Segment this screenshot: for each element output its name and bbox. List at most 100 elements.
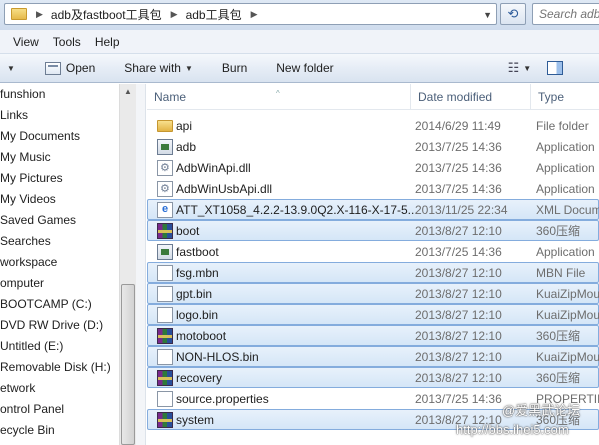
column-name[interactable]: Name ^ [147,84,411,110]
file-name: AdbWinApi.dll [176,161,251,175]
chevron-down-icon: ▼ [184,63,193,73]
file-name: logo.bin [176,308,219,322]
burn-label: Burn [221,61,248,75]
address-bar-row: ▶ adb及fastboot工具包 ▶ adb工具包 ▶ ▼ ⟲ [0,0,599,30]
file-date-modified: 2013/8/27 12:10 [415,329,502,343]
nav-item[interactable]: Untitled (E:) [0,336,119,357]
file-list: Name ^ Date modified Type api 2014/6/29 1… [147,84,599,445]
file-row[interactable]: api 2014/6/29 11:49 File folder [147,115,599,136]
file-row[interactable]: boot 2013/8/27 12:10 360压缩 [147,220,599,241]
pane-divider[interactable] [136,84,146,445]
column-date[interactable]: Date modified [411,84,531,110]
file-row[interactable]: adb 2013/7/25 14:36 Application [147,136,599,157]
menu-view[interactable]: View [13,35,39,49]
nav-item[interactable]: etwork [0,378,119,399]
chevron-down-icon[interactable]: ▼ [483,10,492,20]
application-icon [157,139,173,155]
refresh-button[interactable]: ⟲ [500,3,526,25]
new-folder-button[interactable]: New folder [276,61,333,75]
nav-item[interactable]: omputer [0,273,119,294]
breadcrumb-item[interactable]: adb工具包 [186,6,242,23]
file-row[interactable]: motoboot 2013/8/27 12:10 360压缩 [147,325,599,346]
file-row[interactable]: fastboot 2013/7/25 14:36 Application [147,241,599,262]
folder-icon [11,8,27,20]
nav-item[interactable]: Links [0,105,119,126]
file-date-modified: 2013/8/27 12:10 [415,266,502,280]
file-name: fastboot [176,245,219,259]
nav-item[interactable]: My Music [0,147,119,168]
share-with-button[interactable]: Share with ▼ [124,61,193,75]
nav-item[interactable]: workspace [0,252,119,273]
file-date-modified: 2013/11/25 22:34 [415,203,508,217]
chevron-right-icon[interactable]: ▶ [171,9,178,20]
file-row[interactable]: AdbWinApi.dll 2013/7/25 14:36 Application [147,157,599,179]
nav-item[interactable]: Searches [0,231,119,252]
chevron-right-icon[interactable]: ▶ [251,9,258,20]
file-type: KuaiZipMou [536,287,599,301]
nav-item[interactable]: Saved Games [0,210,119,231]
file-row[interactable]: AdbWinUsbApi.dll 2013/7/25 14:36 Applicati… [147,178,599,200]
file-row[interactable]: NON-HLOS.bin 2013/8/27 12:10 KuaiZipMou [147,346,599,367]
menu-tools[interactable]: Tools [53,35,81,49]
chevron-down-icon: ▼ [523,63,532,73]
address-bar[interactable]: ▶ adb及fastboot工具包 ▶ adb工具包 ▶ ▼ [4,3,497,25]
file-name: adb [176,140,197,154]
file-name: ATT_XT1058_4.2.2-13.9.0Q2.X-116-X-17-5..… [176,203,418,217]
breadcrumb-item[interactable]: adb及fastboot工具包 [51,6,162,23]
column-type[interactable]: Type [531,84,599,110]
new-folder-label: New folder [276,61,334,75]
column-type-label: Type [538,90,565,104]
file-name: api [176,119,193,133]
folder-icon [157,120,173,132]
file-date-modified: 2013/8/27 12:10 [415,371,502,385]
file-name: fsg.mbn [176,266,219,280]
change-view-button[interactable]: ☷ ▼ [508,60,532,76]
open-icon [44,61,61,75]
column-header: Name ^ Date modified Type [147,84,599,110]
nav-item[interactable]: ecycle Bin [0,420,119,441]
file-row[interactable]: logo.bin 2013/8/27 12:10 KuaiZipMou [147,304,599,325]
watermark-line1: @爱黑武论坛 [502,403,581,418]
nav-item[interactable]: ontrol Panel [0,399,119,420]
burn-button[interactable]: Burn [222,61,247,75]
open-button[interactable]: Open [44,61,96,75]
file-date-modified: 2013/7/25 14:36 [415,161,502,175]
file-icon [157,286,173,302]
file-type: Application [536,182,595,196]
file-row[interactable]: ATT_XT1058_4.2.2-13.9.0Q2.X-116-X-17-5..… [147,199,599,220]
scrollbar-thumb[interactable] [121,284,135,445]
nav-item[interactable]: funshion [0,84,119,105]
file-date-modified: 2013/8/27 12:10 [415,287,502,301]
preview-pane-button[interactable] [547,61,564,75]
chevron-right-icon[interactable]: ▶ [36,9,43,20]
file-icon [157,349,173,365]
scroll-up-icon[interactable]: ▲ [120,84,136,100]
nav-item[interactable]: BOOTCAMP (C:) [0,294,119,315]
file-row[interactable]: fsg.mbn 2013/8/27 12:10 MBN File [147,262,599,283]
file-name: system [176,413,215,427]
file-type: 360压缩 [536,224,581,238]
dll-icon [157,158,173,179]
archive-icon [157,412,173,428]
search-input[interactable] [539,7,599,21]
menu-help[interactable]: Help [95,35,120,49]
nav-item[interactable]: My Videos [0,189,119,210]
file-type: Application [536,245,595,259]
file-type: Application [536,140,595,154]
open-label: Open [65,61,96,75]
nav-item[interactable]: Removable Disk (H:) [0,357,119,378]
nav-item[interactable]: My Pictures [0,168,119,189]
navigation-scrollbar[interactable]: ▲ [119,84,136,445]
nav-item[interactable]: My Documents [0,126,119,147]
nav-item[interactable]: DVD RW Drive (D:) [0,315,119,336]
file-type: KuaiZipMou [536,350,599,364]
file-date-modified: 2013/7/25 14:36 [415,245,502,259]
organize-dropdown-arrow[interactable]: ▼ [3,64,15,73]
watermark: @爱黑武论坛 http://bbs.ihei5.com [456,400,599,437]
file-row[interactable]: recovery 2013/8/27 12:10 360压缩 [147,367,599,388]
file-icon [157,307,173,323]
search-box[interactable] [532,3,599,25]
file-row[interactable]: gpt.bin 2013/8/27 12:10 KuaiZipMou [147,283,599,304]
file-name: AdbWinUsbApi.dll [176,182,273,196]
file-type: 360压缩 [536,329,581,343]
